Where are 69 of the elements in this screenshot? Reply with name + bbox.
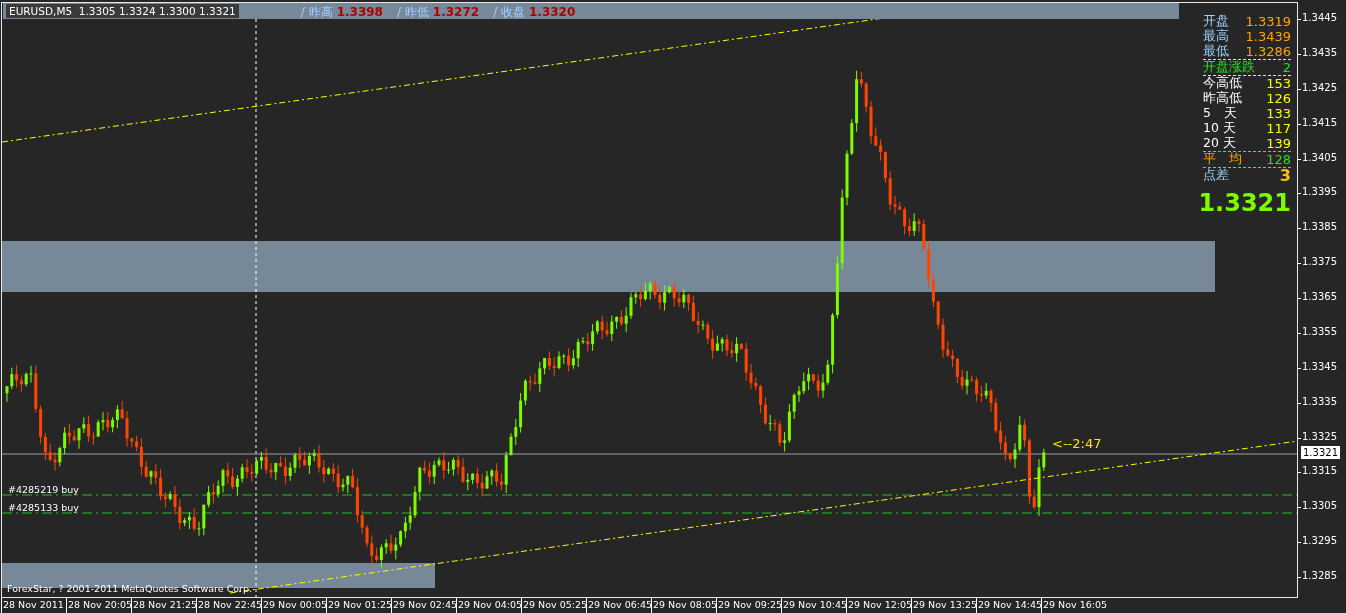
quote-panel-label: 最高 [1203,28,1229,44]
time-axis-label: 29 Nov 01:25 [326,598,391,613]
time-axis-label: 29 Nov 06:45 [586,598,651,613]
price-axis-label: 1.3385 [1302,221,1337,233]
quote-panel-value: 117 [1266,121,1291,136]
quote-panel-label: 5 天 [1203,105,1237,122]
quote-panel-value: 133 [1266,106,1291,121]
price-axis-label: 1.3315 [1302,465,1337,477]
price-axis-label: 1.3335 [1302,395,1337,407]
quote-panel-value: 139 [1266,136,1291,151]
quote-panel-label: 10 天 [1203,120,1236,137]
price-axis-label: 1.3415 [1302,116,1337,128]
quote-panel-label: 开盘 [1203,13,1229,29]
quote-panel-label: 点差 [1203,167,1229,184]
quote-panel-label: 最低 [1203,43,1229,60]
quote-panel-value: 1.3286 [1245,44,1291,59]
order-label: #4285133 buy [8,502,79,513]
price-axis-label: 1.3345 [1302,360,1337,372]
symbol-info: EURUSD,M5 1.3305 1.3324 1.3300 1.3321 [6,4,239,18]
time-axis-label: 28 Nov 20:05 [66,598,131,613]
quote-panel-label: 20 天 [1203,135,1236,152]
quote-panel-value: 2 [1282,60,1291,75]
time-axis-label: 29 Nov 04:05 [456,598,521,613]
order-label: #4285219 buy [8,484,79,495]
time-axis-label: 28 Nov 22:45 [196,598,261,613]
price-axis-label: 1.3295 [1302,535,1337,547]
time-axis-label: 28 Nov 2011 [1,598,66,613]
quote-label: / 收盘 [493,5,525,19]
price-axis-label: 1.3425 [1302,81,1337,93]
quote-label: / 昨低 [396,5,429,19]
quote-value: 1.3320 [529,5,576,19]
price-axis-label: 1.3435 [1302,46,1337,58]
quote-value: 1.3398 [336,5,383,19]
quote-panel-value: 1.3439 [1245,29,1291,44]
quote-panel-value: 128 [1266,152,1291,167]
time-axis-label: 29 Nov 08:05 [651,598,716,613]
time-axis-label: 29 Nov 05:25 [521,598,586,613]
last-price: 1.3321 [1198,189,1291,217]
time-axis-label: 28 Nov 21:25 [131,598,196,613]
price-axis-label: 1.3445 [1302,12,1337,23]
quote-panel-value: 1.3319 [1245,14,1291,29]
time-axis-label: 29 Nov 00:05 [261,598,326,613]
price-axis-label: 1.3395 [1302,186,1337,198]
time-axis-label: 29 Nov 12:05 [846,598,911,613]
price-axis-label: 1.3285 [1302,570,1337,581]
price-axis-label: 1.3375 [1302,256,1337,268]
time-axis-label: 29 Nov 16:05 [1041,598,1106,613]
time-axis-label: 29 Nov 10:45 [781,598,846,613]
time-axis-label: 29 Nov 02:45 [391,598,456,613]
quote-value: 1.3272 [432,5,480,19]
price-axis-label: 1.3365 [1302,291,1337,302]
current-price-tag: 1.3321 [1301,446,1340,459]
price-axis-label: 1.3405 [1302,151,1337,163]
quote-panel-label: 平 均 [1203,151,1242,168]
price-axis-label: 1.3305 [1302,500,1337,512]
price-axis-label: 1.3325 [1302,430,1337,442]
price-axis-label: 1.3355 [1302,325,1337,337]
quote-panel-value: 3 [1279,166,1291,185]
quote-panel-value: 126 [1266,91,1291,106]
quote-label: / 昨高 [300,5,333,19]
countdown-label: <--2:47 [1052,436,1102,451]
copyright-text: ForexStar, ? 2001-2011 MetaQuotes Software Corp. [7,583,253,594]
time-axis-label: 29 Nov 09:25 [716,598,781,613]
quote-panel-label: 昨高低 [1203,90,1242,107]
quote-panel-value: 153 [1266,76,1291,91]
time-axis-label: 29 Nov 14:45 [976,598,1041,613]
quote-panel-label: 开盘涨跌 [1203,59,1255,76]
time-axis-label: 29 Nov 13:25 [911,598,976,613]
quote-panel-label: 今高低 [1203,75,1242,91]
